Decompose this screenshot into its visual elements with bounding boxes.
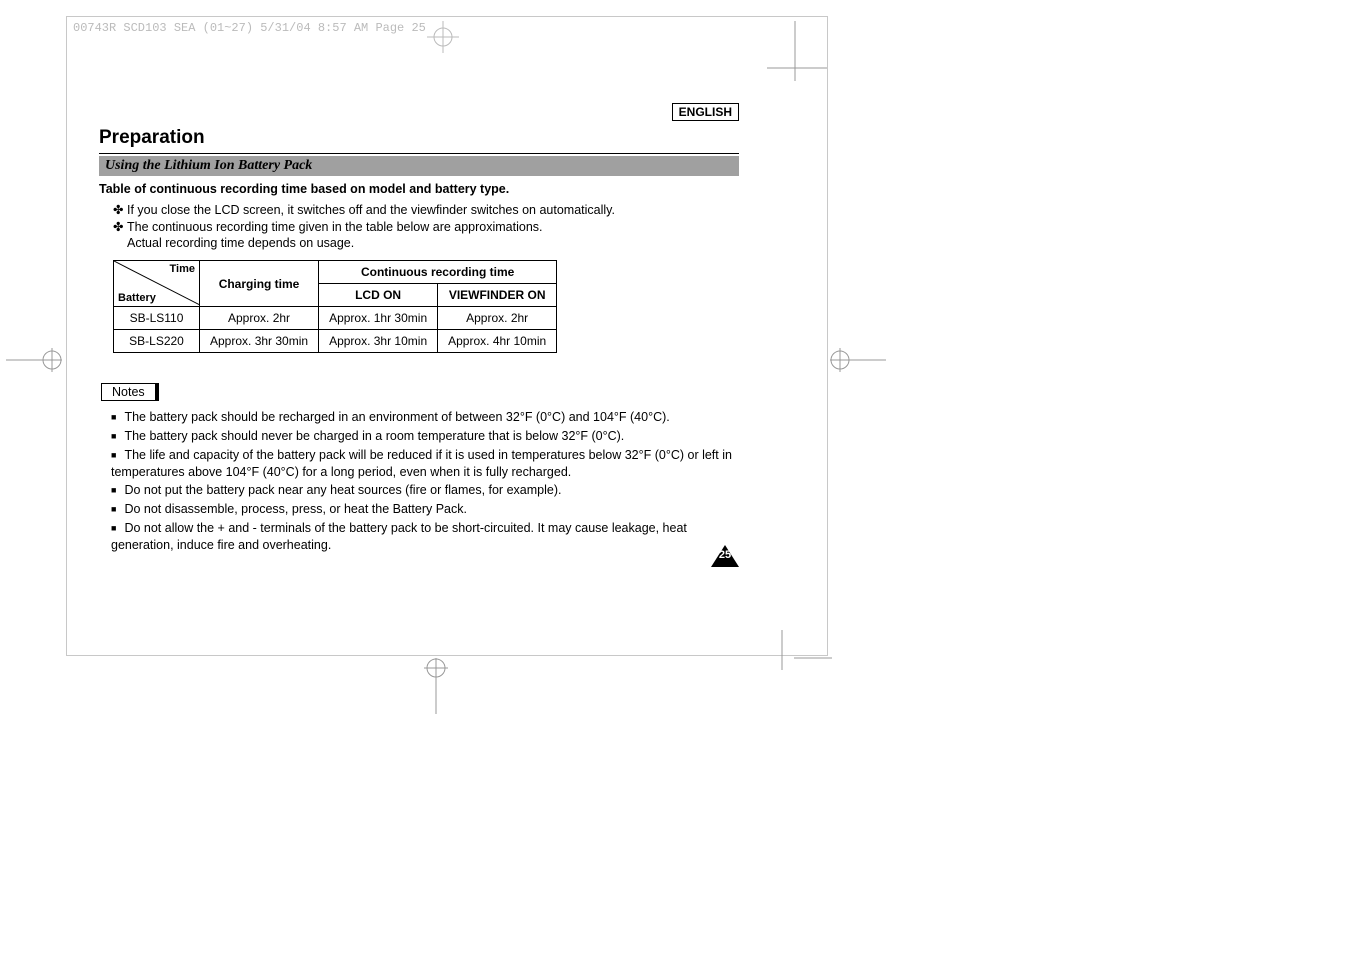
list-item: Do not put the battery pack near any hea… <box>111 482 739 499</box>
table-row: SB-LS220 Approx. 3hr 30min Approx. 3hr 1… <box>114 330 557 353</box>
table-header: LCD ON <box>319 284 438 307</box>
imposition-header: 00743R SCD103 SEA (01~27) 5/31/04 8:57 A… <box>73 21 426 35</box>
recording-time-table: Time Battery Charging time Continuous re… <box>113 260 557 353</box>
list-item: Actual recording time depends on usage. <box>127 236 739 250</box>
list-item: The battery pack should never be charged… <box>111 428 739 445</box>
list-item: The life and capacity of the battery pac… <box>111 447 739 480</box>
table-row: SB-LS110 Approx. 2hr Approx. 1hr 30min A… <box>114 307 557 330</box>
intro-list: ✤If you close the LCD screen, it switche… <box>113 202 739 250</box>
list-item: Do not allow the + and - terminals of th… <box>111 520 739 553</box>
crop-mark-icon <box>427 21 459 53</box>
page-title: Preparation <box>99 127 739 149</box>
crop-mark-icon <box>772 630 832 690</box>
divider <box>99 153 739 154</box>
crop-mark-icon <box>830 344 886 376</box>
language-badge: ENGLISH <box>672 103 739 121</box>
page-content: ENGLISH Preparation Using the Lithium Io… <box>99 105 739 555</box>
table-header: VIEWFINDER ON <box>438 284 557 307</box>
page-number-badge: 25 <box>711 545 739 567</box>
page-frame: 00743R SCD103 SEA (01~27) 5/31/04 8:57 A… <box>66 16 828 656</box>
list-item: ✤If you close the LCD screen, it switche… <box>113 202 739 217</box>
notes-label: Notes <box>101 383 159 401</box>
crop-mark-icon <box>420 658 452 714</box>
section-heading: Using the Lithium Ion Battery Pack <box>99 156 739 176</box>
list-item: The battery pack should be recharged in … <box>111 409 739 426</box>
list-item: ✤The continuous recording time given in … <box>113 219 739 234</box>
table-corner: Time Battery <box>114 261 200 307</box>
subsection-heading: Table of continuous recording time based… <box>99 182 739 196</box>
notes-list: The battery pack should be recharged in … <box>111 409 739 553</box>
list-item: Do not disassemble, process, press, or h… <box>111 501 739 518</box>
table-header: Charging time <box>200 261 319 307</box>
crop-mark-icon <box>767 63 827 73</box>
table-header: Continuous recording time <box>319 261 557 284</box>
crop-mark-icon <box>6 344 62 376</box>
